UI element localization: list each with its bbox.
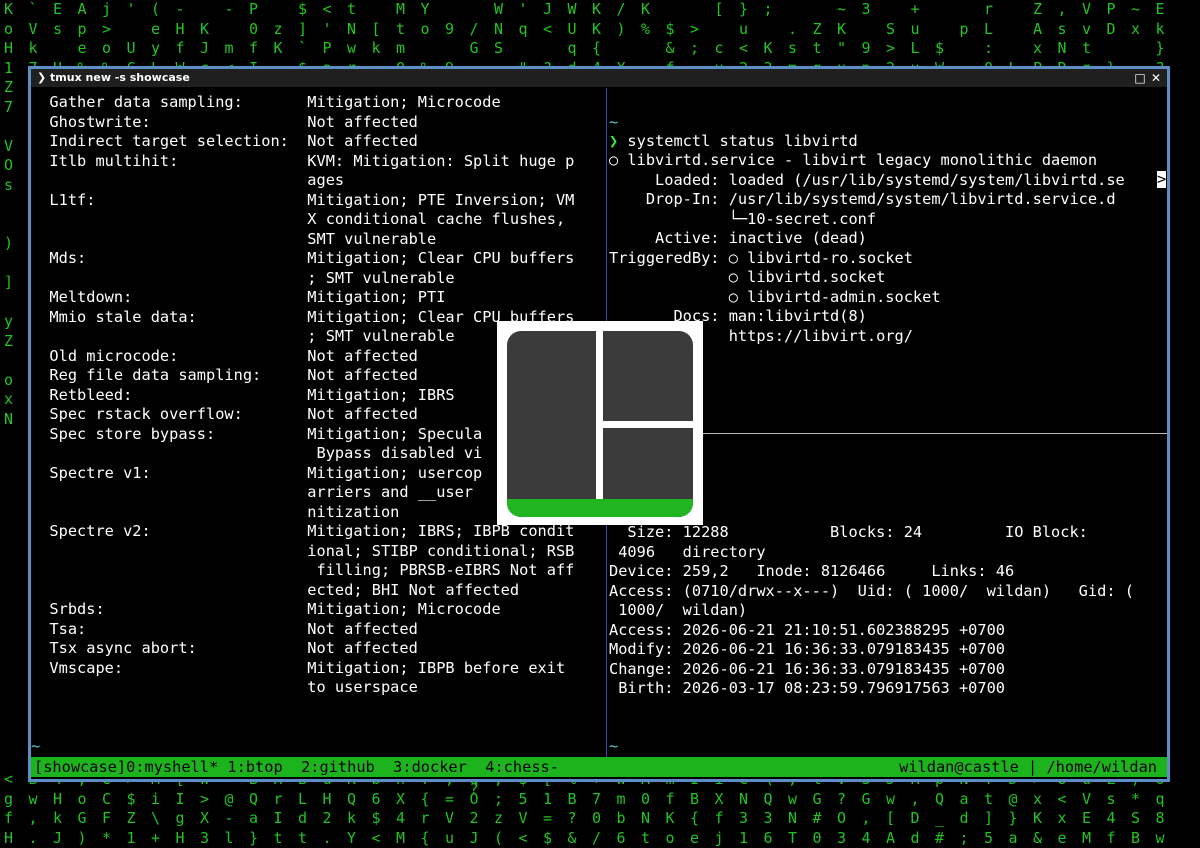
cpu-vuln-line: Spectre v1: Mitigation; usercop: [31, 463, 483, 482]
right-bottom-prompt-tilde: ~: [609, 737, 619, 755]
stat-line: 4096 directory: [609, 542, 766, 561]
systemctl-line: Drop-In: /usr/lib/systemd/system/libvirt…: [609, 190, 1116, 208]
cpu-vuln-line: Retbleed: Mitigation; IBRS: [31, 385, 455, 404]
cpu-vuln-line: Reg file data sampling: Not affected: [31, 366, 418, 384]
tmux-status-bar: [showcase]0:myshell* 1:btop 2:github 3:d…: [31, 757, 1167, 777]
cpu-vuln-line: to userspace: [31, 678, 418, 696]
close-icon[interactable]: ✕: [1149, 69, 1163, 87]
logo-vertical-split: [596, 331, 603, 517]
cpu-vuln-line: Indirect target selection: Not affected: [31, 132, 418, 150]
right-top-prompt-arrow: ❯: [609, 132, 619, 150]
cpu-vuln-line: Bypass disabled vi: [31, 444, 483, 462]
cpu-vuln-line: ; SMT vulnerable: [31, 268, 455, 287]
systemctl-line: └─10-secret.conf: [609, 209, 877, 228]
cpu-vuln-line: Mds: Mitigation; Clear CPU buffers: [31, 249, 575, 267]
cpu-vuln-line: Vmscape: Mitigation; IBPB before exit: [31, 658, 566, 677]
tmux-window-list[interactable]: [showcase]0:myshell* 1:btop 2:github 3:d…: [34, 757, 559, 777]
systemctl-line: ○ libvirtd.service - libvirt legacy mono…: [609, 151, 1098, 169]
cpu-vuln-line: filling; PBRSB-eIBRS Not aff: [31, 561, 575, 579]
systemctl-line: ○ libvirtd-admin.socket: [609, 287, 941, 306]
stat-line: Size: 12288 Blocks: 24 IO Block:: [609, 523, 1088, 541]
systemctl-line: Loaded: loaded (/usr/lib/systemd/system/…: [609, 170, 1125, 189]
window-titlebar[interactable]: ❯ tmux new -s showcase □ ✕: [31, 69, 1167, 87]
stat-line: Change: 2026-06-21 16:36:33.079183435 +0…: [609, 659, 1006, 678]
logo-frame: [507, 331, 693, 517]
cpu-vuln-line: Itlb multihit: KVM: Mitigation: Split hu…: [31, 151, 575, 170]
cpu-vuln-line: ; SMT vulnerable: [31, 327, 455, 345]
right-top-command-line: ❯ systemctl status libvirtd: [609, 132, 858, 152]
systemctl-line: TriggeredBy: ○ libvirtd-ro.socket: [609, 248, 913, 267]
stat-line: Access: (0710/drwx--x---) Uid: ( 1000/ w…: [609, 581, 1134, 600]
tmux-host-path: wildan@castle | /home/wildan: [899, 758, 1157, 776]
cpu-vuln-line: L1tf: Mitigation; PTE Inversion; VM: [31, 190, 575, 209]
line-overflow-marker: >: [1157, 170, 1167, 188]
stat-line: Device: 259,2 Inode: 8126466 Links: 46: [609, 562, 1015, 580]
maximize-icon[interactable]: □: [1133, 69, 1147, 87]
left-prompt-tilde: ~: [31, 737, 41, 755]
cpu-vuln-line: Tsx async abort: Not affected: [31, 639, 418, 657]
cpu-vuln-line: Spec rstack overflow: Not affected: [31, 405, 418, 423]
cpu-vuln-line: Tsa: Not affected: [31, 619, 418, 638]
window-title: ❯ tmux new -s showcase: [37, 71, 190, 84]
command-text: systemctl status libvirtd: [618, 132, 858, 150]
logo-status-strip: [507, 499, 693, 517]
cpu-vuln-line: nitization: [31, 502, 400, 521]
stat-line: 1000/ wildan): [609, 601, 748, 619]
cpu-vuln-line: SMT vulnerable: [31, 229, 437, 248]
cpu-vuln-line: Meltdown: Mitigation; PTI: [31, 288, 446, 306]
cpu-vuln-line: arriers and __user: [31, 483, 474, 501]
cpu-vuln-line: Old microcode: Not affected: [31, 346, 418, 365]
cpu-vuln-line: Srbds: Mitigation; Microcode: [31, 600, 501, 618]
cpu-vuln-line: Gather data sampling: Mitigation; Microc…: [31, 93, 501, 111]
tmux-logo-icon: [497, 321, 703, 525]
cpu-vuln-line: X conditional cache flushes,: [31, 210, 566, 228]
stat-line: Access: 2026-06-21 21:10:51.602388295 +0…: [609, 620, 1006, 639]
cpu-vuln-line: ional; STIBP conditional; RSB: [31, 541, 575, 560]
cpu-vuln-line: Ghostwrite: Not affected: [31, 112, 418, 131]
systemctl-line: Active: inactive (dead): [609, 229, 867, 247]
cpu-vuln-line: ages: [31, 171, 345, 189]
stat-line: Birth: 2026-03-17 08:23:59.796917563 +07…: [609, 679, 1006, 697]
stat-line: Modify: 2026-06-21 16:36:33.079183435 +0…: [609, 640, 1006, 658]
cpu-vuln-line: Spec store bypass: Mitigation; Specula: [31, 424, 483, 443]
cpu-vuln-line: Mmio stale data: Mitigation; Clear CPU b…: [31, 307, 575, 326]
logo-horizontal-split: [603, 421, 693, 428]
cpu-vuln-line: Spectre v2: Mitigation; IBRS; IBPB condi…: [31, 522, 575, 540]
cpu-vuln-line: ected; BHI Not affected: [31, 580, 520, 599]
systemctl-line: ○ libvirtd.socket: [609, 268, 886, 286]
right-top-tilde: ~: [609, 113, 619, 131]
